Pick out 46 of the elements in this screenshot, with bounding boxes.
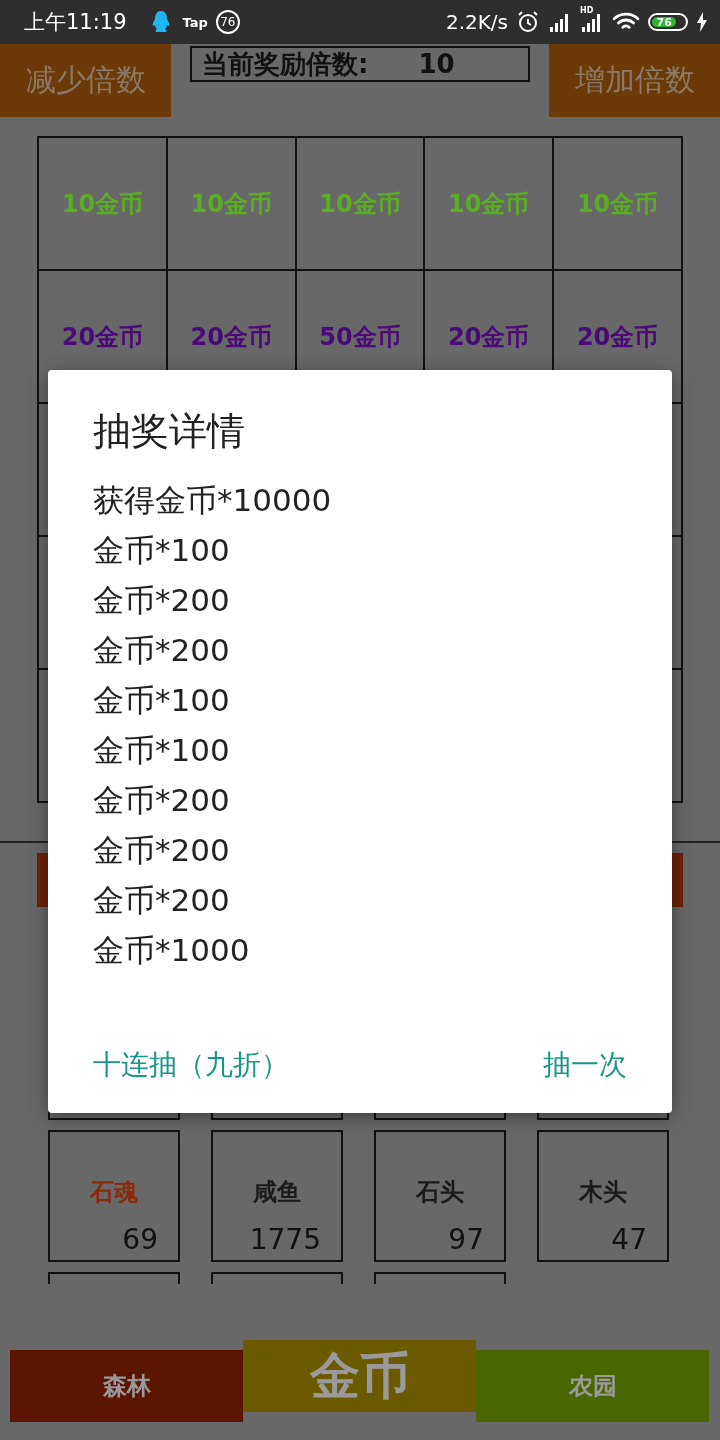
item-name: 木头: [579, 1177, 627, 1208]
charging-icon: [696, 12, 708, 32]
prize-cell[interactable]: 10金币: [424, 137, 554, 270]
network-speed: 2.2K/s: [445, 10, 508, 34]
multiplier-value: 10: [418, 49, 455, 79]
item-count: 47: [611, 1223, 647, 1256]
reward-line: 金币*200: [93, 581, 231, 620]
bottom-tab[interactable]: 金币: [243, 1340, 476, 1412]
decrease-button[interactable]: 减少倍数: [0, 44, 171, 117]
notification-count: 76: [215, 10, 240, 34]
reward-line: 金币*200: [93, 631, 231, 670]
reward-line: 金币*1000: [93, 931, 251, 970]
app-label: Tap: [182, 14, 208, 30]
multiplier-label: 当前奖励倍数:: [202, 47, 369, 81]
prize-cell[interactable]: 10金币: [166, 137, 296, 270]
alarm-icon: [516, 10, 540, 34]
reward-line: 获得金币*10000: [93, 481, 333, 520]
draw-button[interactable]: 抽一次: [543, 1038, 627, 1092]
inventory-item[interactable]: 石魂 69: [48, 1130, 180, 1262]
reward-line: 金币*100: [93, 731, 231, 770]
battery-level: 76: [652, 17, 677, 27]
inventory-item[interactable]: 木头 47: [537, 1130, 669, 1262]
draw-button[interactable]: 十连抽（九折）: [93, 1038, 289, 1092]
reward-line: 金币*100: [93, 531, 231, 570]
item-name: 咸鱼: [253, 1177, 301, 1208]
item-count: 1775: [249, 1223, 321, 1256]
inventory-item[interactable]: 石头 97: [374, 1130, 506, 1262]
signal-tag: HD: [580, 6, 594, 15]
bottom-tab[interactable]: 农园: [476, 1350, 709, 1422]
item-name: 石头: [416, 1177, 464, 1208]
prize-cell[interactable]: 10金币: [38, 137, 167, 270]
reward-line: 金币*200: [93, 831, 231, 870]
item-count: 97: [448, 1223, 484, 1256]
bottom-tab[interactable]: 森林: [10, 1350, 243, 1422]
dialog-title: 抽奖详情: [93, 408, 246, 455]
inventory-item[interactable]: 咸鱼 1775: [211, 1130, 343, 1262]
prize-cell[interactable]: 10金币: [553, 137, 682, 270]
penguin-icon: [150, 10, 171, 34]
increase-button[interactable]: 增加倍数: [549, 44, 720, 117]
reward-line: 金币*200: [93, 781, 231, 820]
reward-line: 金币*200: [93, 881, 231, 920]
item-name: 石魂: [90, 1177, 138, 1208]
item-count: 69: [122, 1223, 158, 1256]
clock: 上午11:19: [24, 9, 127, 36]
prize-cell[interactable]: 10金币: [295, 137, 425, 270]
reward-line: 金币*100: [93, 681, 231, 720]
